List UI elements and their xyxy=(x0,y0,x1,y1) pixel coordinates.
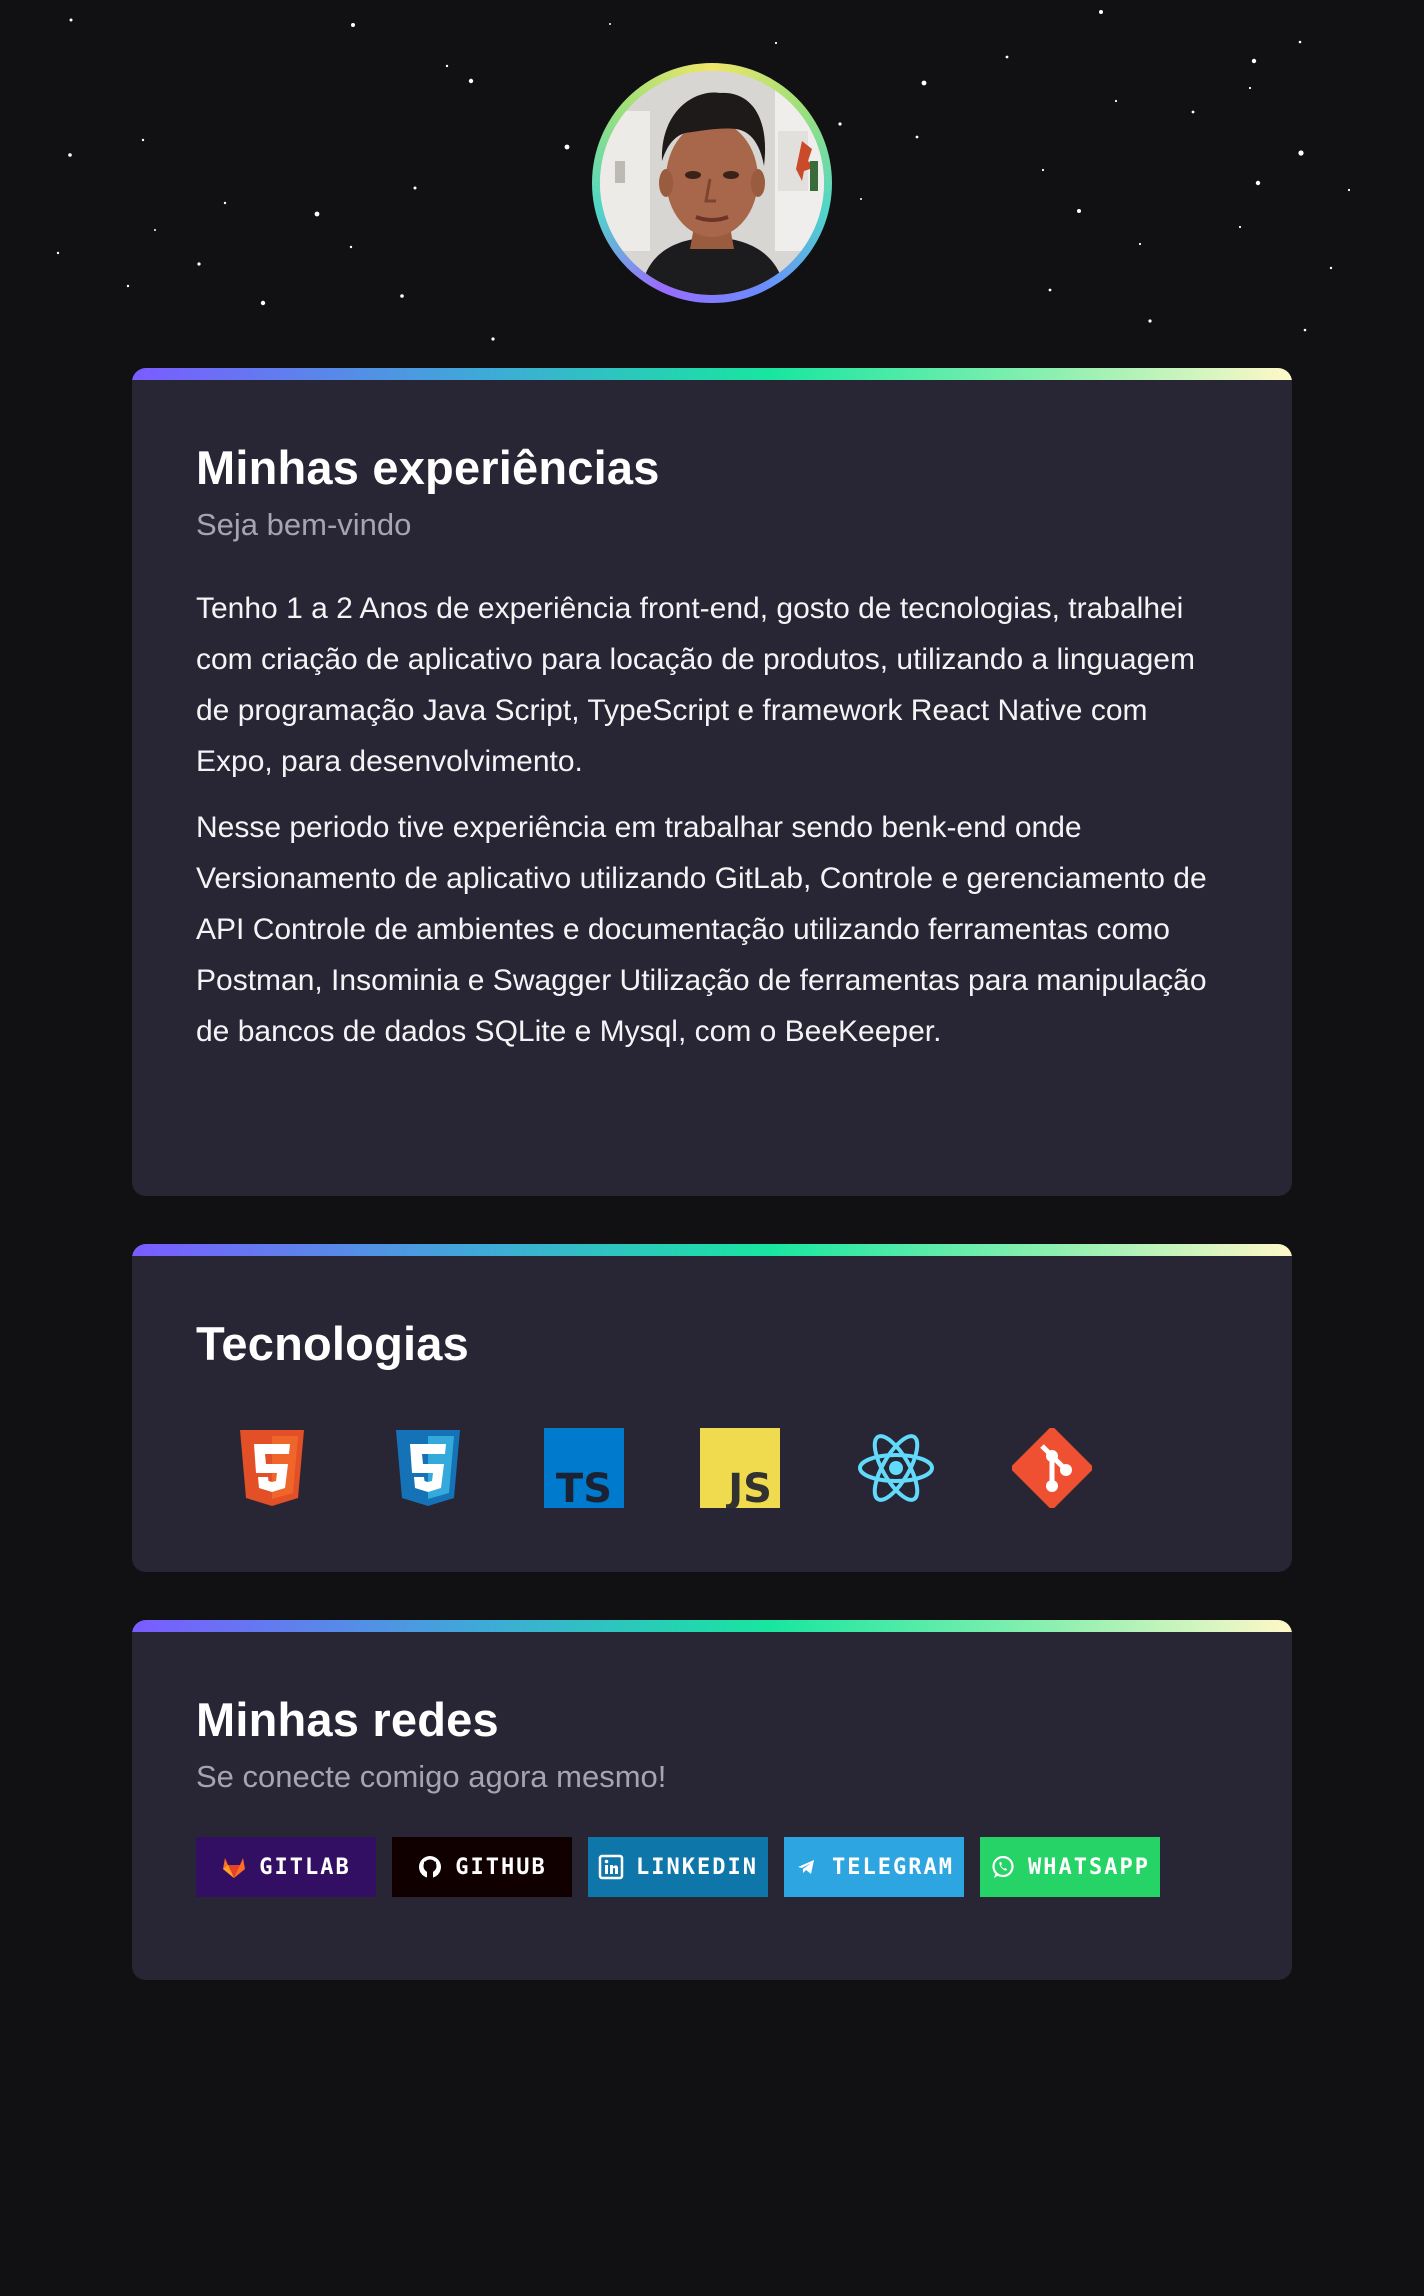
github-icon xyxy=(417,1854,443,1880)
linkedin-icon xyxy=(598,1854,624,1880)
linkedin-label: LINKEDIN xyxy=(636,1854,758,1880)
html5-icon xyxy=(232,1428,312,1508)
gitlab-icon xyxy=(221,1854,247,1880)
svg-text:TS: TS xyxy=(556,1466,612,1508)
whatsapp-button[interactable]: WHATSAPP xyxy=(980,1837,1160,1897)
technologies-card: Tecnologias TS JS xyxy=(132,1244,1292,1572)
gitlab-label: GITLAB xyxy=(259,1854,351,1880)
experience-card: Minhas experiências Seja bem-vindo Tenho… xyxy=(132,368,1292,1196)
github-button[interactable]: GITHUB xyxy=(392,1837,572,1897)
profile-avatar xyxy=(592,63,832,303)
javascript-icon: JS xyxy=(700,1428,780,1508)
react-icon xyxy=(856,1428,936,1508)
experience-subtitle: Seja bem-vindo xyxy=(196,507,412,542)
whatsapp-icon xyxy=(990,1854,1016,1880)
person-portrait-icon xyxy=(600,71,824,295)
whatsapp-label: WHATSAPP xyxy=(1028,1854,1150,1880)
profile-photo xyxy=(600,71,824,295)
git-icon xyxy=(1012,1428,1092,1508)
networks-card: Minhas redes Se conecte comigo agora mes… xyxy=(132,1620,1292,1980)
telegram-icon xyxy=(794,1854,820,1880)
css3-icon xyxy=(388,1428,468,1508)
svg-text:JS: JS xyxy=(725,1466,772,1508)
linkedin-button[interactable]: LINKEDIN xyxy=(588,1837,768,1897)
technologies-list: TS JS xyxy=(232,1428,1168,1508)
social-badges: GITLAB GITHUB LINKEDIN TELEGRAM WHATSAPP xyxy=(196,1837,1228,1897)
telegram-button[interactable]: TELEGRAM xyxy=(784,1837,964,1897)
networks-subtitle: Se conecte comigo agora mesmo! xyxy=(196,1759,667,1794)
gitlab-button[interactable]: GITLAB xyxy=(196,1837,376,1897)
github-label: GITHUB xyxy=(455,1854,547,1880)
experience-paragraph-2: Nesse periodo tive experiência em trabal… xyxy=(196,811,1207,1048)
typescript-icon: TS xyxy=(544,1428,624,1508)
experience-paragraph-1: Tenho 1 a 2 Anos de experiência front-en… xyxy=(196,592,1195,778)
networks-title: Minhas redes xyxy=(196,1693,499,1746)
telegram-label: TELEGRAM xyxy=(832,1854,954,1880)
technologies-title: Tecnologias xyxy=(196,1317,469,1370)
experience-title: Minhas experiências xyxy=(196,441,660,494)
